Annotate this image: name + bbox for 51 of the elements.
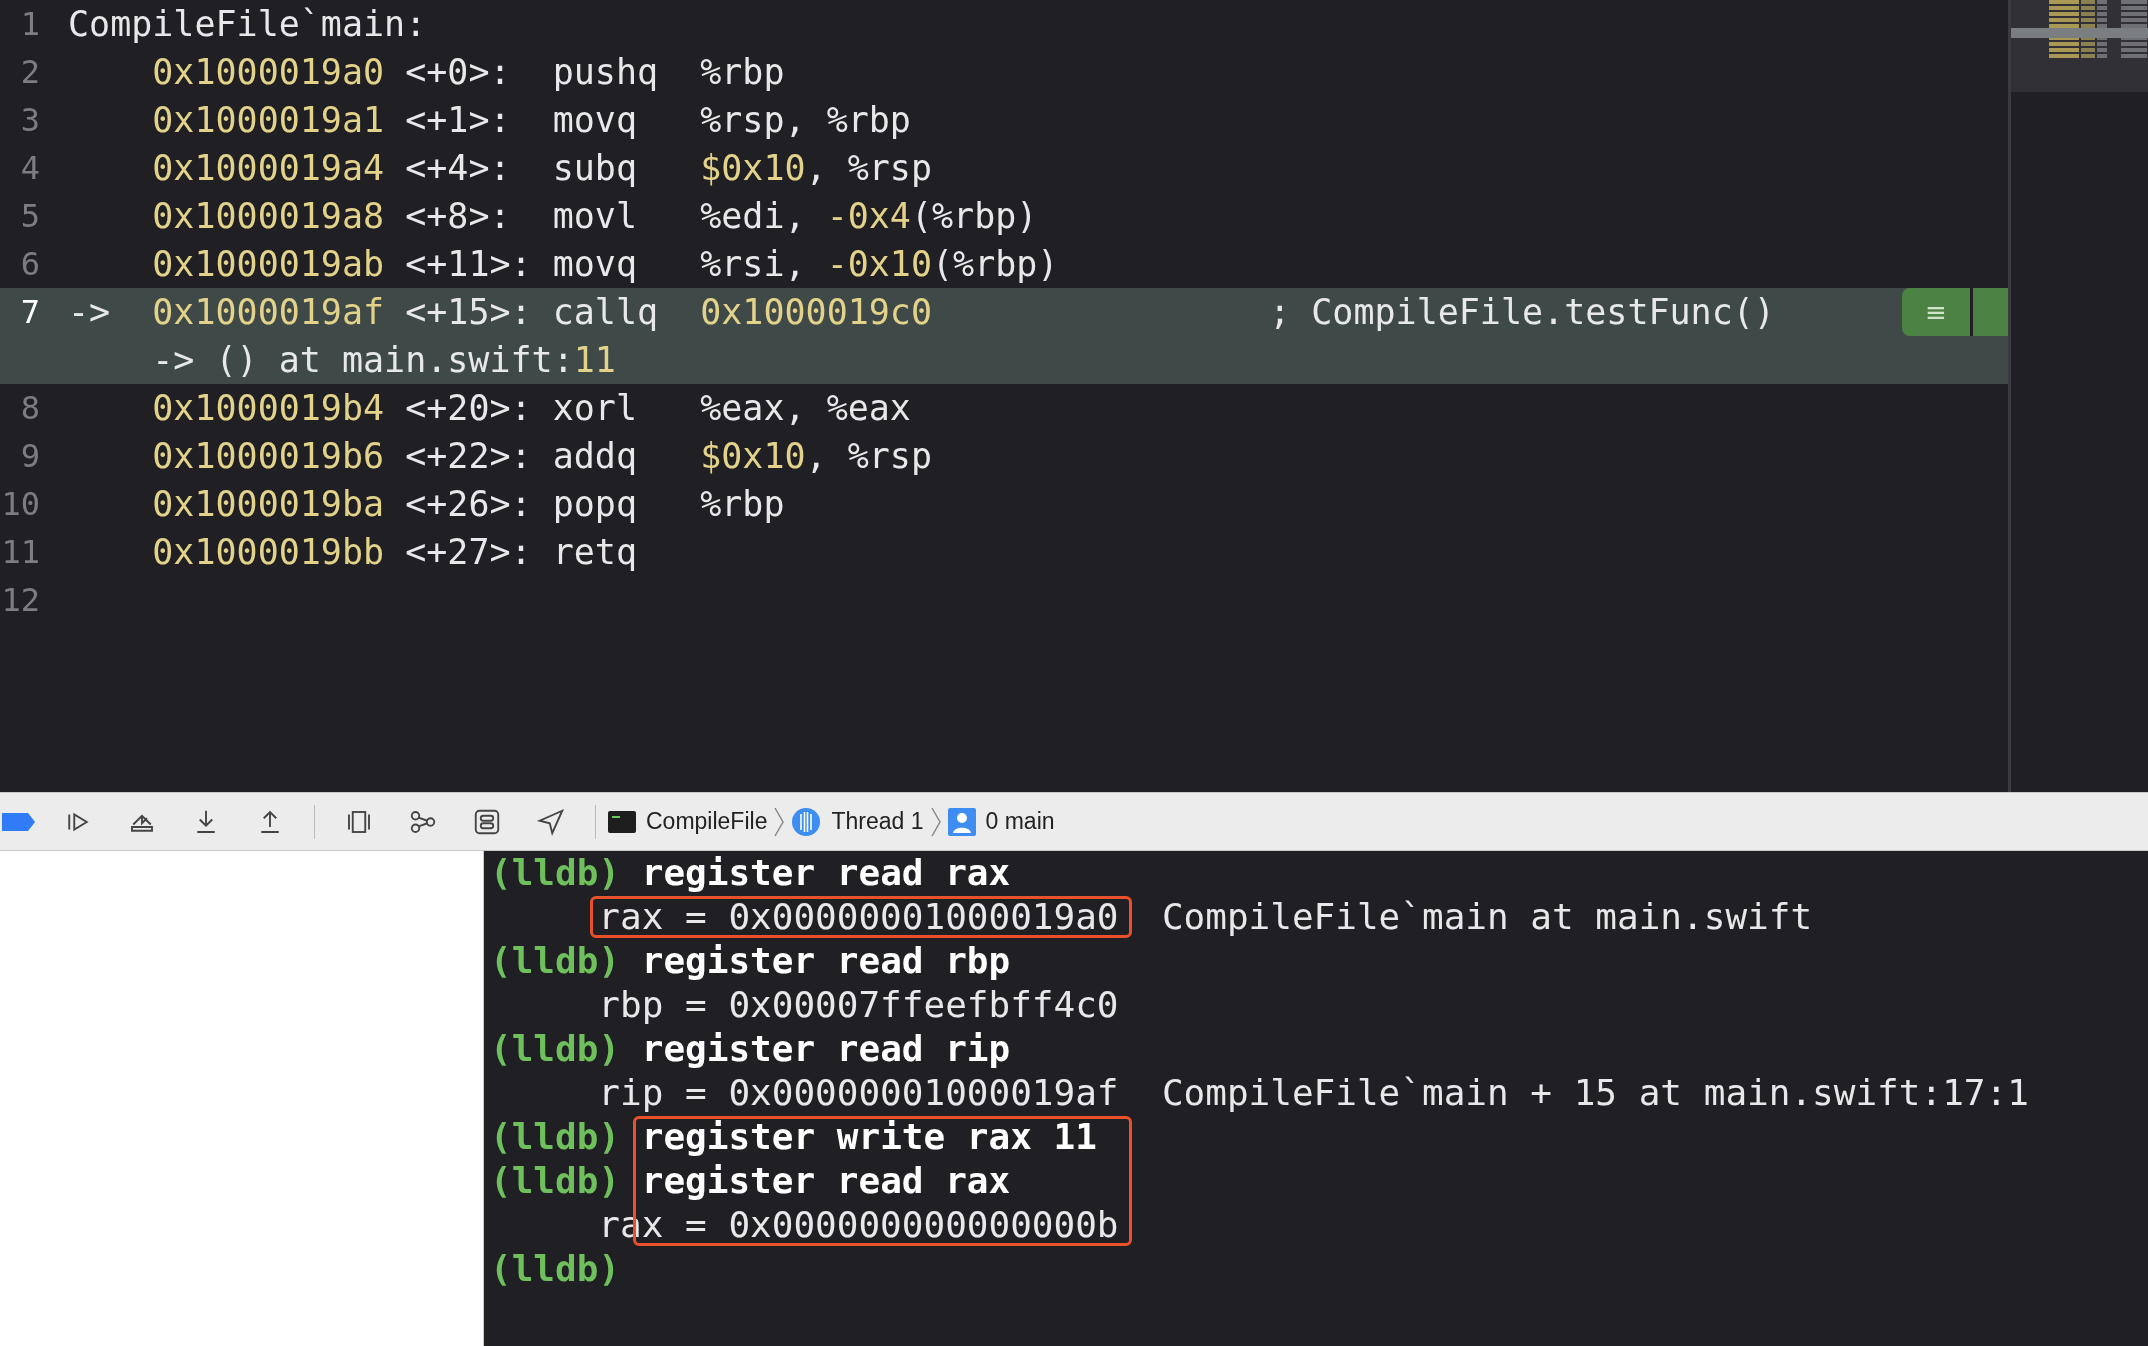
code-line: 0x1000019b4 <+20>: xorl %eax, %eax (151, 388, 911, 428)
chevron-icon (929, 805, 942, 838)
instruction-pointer-strip (1973, 288, 2008, 336)
output-text: rip = 0x00000001000019af (598, 1071, 1119, 1115)
code-line: -> () at main.swift:11 (151, 340, 616, 380)
command-text: register read rbp (641, 939, 1011, 983)
terminal-icon (608, 809, 636, 834)
line-number: 8 (19, 388, 40, 429)
lldb-prompt: (lldb) (490, 1247, 621, 1291)
line-number: 6 (19, 244, 40, 285)
line-number: 4 (19, 148, 40, 189)
thread-icon (791, 806, 822, 837)
line-number: 2 (19, 52, 40, 93)
minimap[interactable] (2011, 0, 2148, 92)
output-note: CompileFile`main + 15 at main.swift:17:1 (1161, 1071, 2029, 1115)
lldb-prompt: (lldb) (490, 1027, 621, 1071)
code-line: 0x1000019ab <+11>: movq %rsi, -0x10(%rbp) (151, 244, 1059, 284)
command-text: register read rax (641, 1159, 1011, 1203)
lldb-prompt: (lldb) (490, 1159, 621, 1203)
breadcrumb[interactable]: Thread 1 (831, 804, 924, 839)
code-line: 0x1000019b6 <+22>: addq $0x10, %rsp (151, 436, 932, 476)
code-line: -> 0x1000019af <+15>: callq 0x1000019c0 ; CompileFile.testFunc() (68, 292, 1775, 332)
line-number: 11 (0, 532, 40, 573)
code-line: 0x1000019a0 <+0>: pushq %rbp (151, 52, 785, 92)
code-line: 0x1000019a1 <+1>: movq %rsp, %rbp (151, 100, 911, 140)
code-line: 0x1000019a8 <+8>: movl %edi, -0x4(%rbp) (151, 196, 1038, 236)
breadcrumb[interactable]: CompileFile (646, 804, 768, 839)
lldb-prompt: (lldb) (490, 939, 621, 983)
lldb-prompt: (lldb) (490, 851, 621, 895)
output-text: rbp = 0x00007ffeefbff4c0 (598, 983, 1119, 1027)
output-note: CompileFile`main at main.swift (1161, 895, 1813, 939)
chevron-icon (773, 805, 786, 838)
line-number: 3 (19, 100, 40, 141)
line-number: 7 (19, 292, 40, 333)
code-line: CompileFile`main: (68, 4, 427, 44)
line-number: 1 (19, 4, 40, 45)
lldb-prompt: (lldb) (490, 1115, 621, 1159)
person-icon (947, 807, 976, 836)
line-number: 9 (19, 436, 40, 477)
code-line: 0x1000019ba <+26>: popq %rbp (151, 484, 785, 524)
breadcrumb[interactable]: 0 main (985, 804, 1055, 839)
output-text: rax = 0x00000001000019a0 (598, 895, 1119, 939)
breakpoint-icon[interactable] (2, 810, 36, 833)
line-number: 12 (0, 580, 40, 621)
command-text: register read rip (641, 1027, 1011, 1071)
command-text: register write rax 11 (641, 1115, 1097, 1159)
line-number: 10 (0, 484, 40, 525)
code-line: 0x1000019a4 <+4>: subq $0x10, %rsp (151, 148, 932, 188)
code-line: 0x1000019bb <+27>: retq (151, 532, 638, 572)
command-text: register read rax (641, 851, 1011, 895)
line-number: 5 (19, 196, 40, 237)
